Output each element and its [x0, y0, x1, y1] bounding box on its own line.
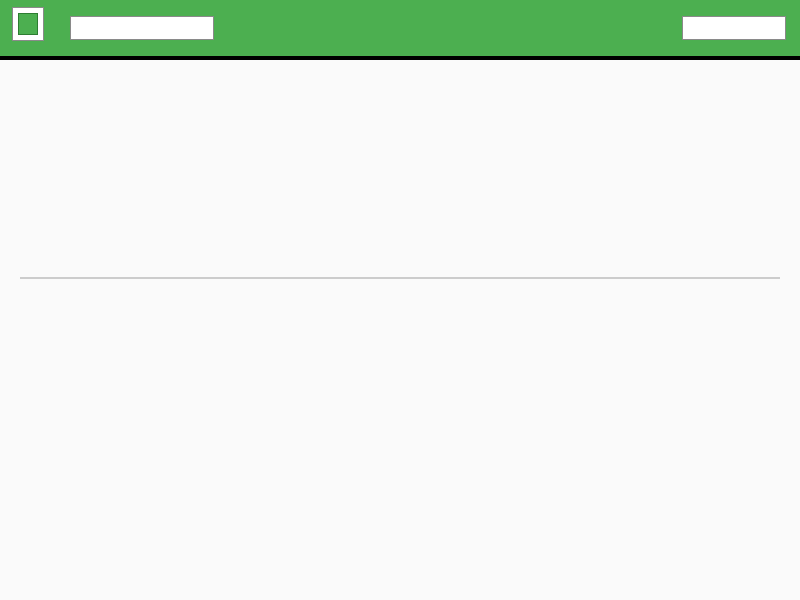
list-item	[18, 191, 782, 216]
list-item	[18, 292, 782, 317]
list-item	[18, 241, 782, 266]
list-item	[18, 166, 782, 191]
top-bar	[0, 0, 800, 56]
detail-list	[18, 292, 782, 367]
list-item	[18, 342, 782, 367]
list-item	[18, 216, 782, 241]
summary-list	[18, 166, 782, 266]
section-divider	[20, 277, 780, 279]
app-logo-icon[interactable]	[12, 7, 44, 41]
logo-mark	[18, 13, 38, 35]
header-action-button[interactable]	[682, 16, 786, 40]
header-divider	[0, 56, 800, 60]
list-item	[18, 317, 782, 342]
search-input[interactable]	[70, 16, 214, 40]
